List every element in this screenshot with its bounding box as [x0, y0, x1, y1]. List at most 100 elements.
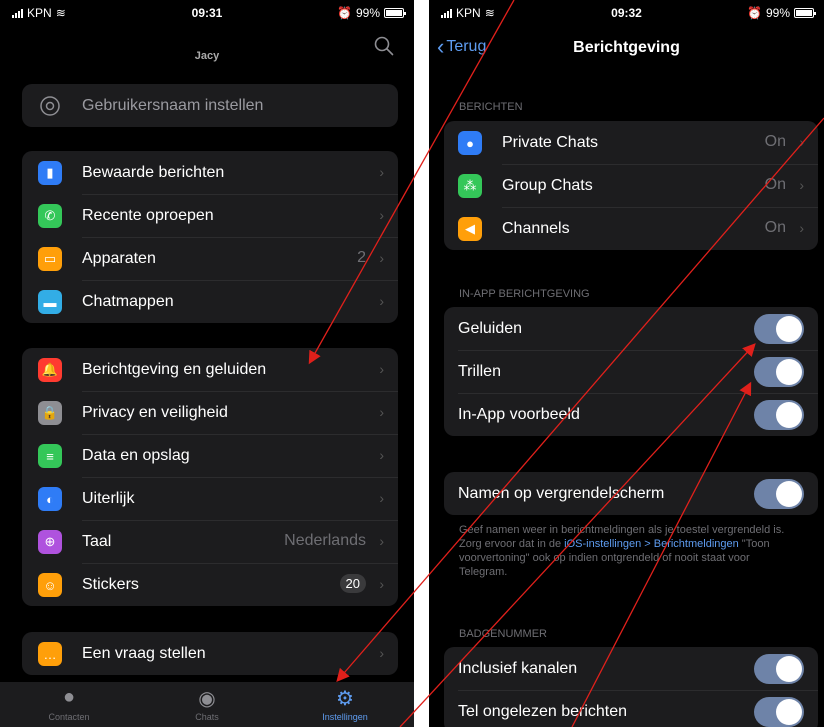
row-value: On — [764, 133, 786, 150]
settings-row-een-vraag-stellen[interactable]: … Een vraag stellen › — [22, 632, 398, 675]
section-header-inapp: IN-APP BERICHTGEVING — [459, 288, 590, 300]
page-title: Berichtgeving — [573, 39, 680, 56]
nav-title: Jacy — [194, 50, 220, 62]
row-value: On — [764, 219, 786, 236]
row-label: In-App voorbeeld — [458, 405, 580, 423]
tab-bar: ● Contacten ◉ Chats ⚙ Instellingen — [0, 682, 414, 727]
chevron-right-icon: › — [379, 293, 384, 309]
settings-group-3: … Een vraag stellen › — [22, 632, 398, 675]
chevron-right-icon: › — [379, 207, 384, 223]
row-label: Privacy en veiligheid — [82, 403, 228, 421]
settings-row-recente-oproepen[interactable]: ✆ Recente oproepen › — [22, 194, 398, 237]
settings-row-privacy-en-veiligheid[interactable]: 🔒 Privacy en veiligheid › — [22, 391, 398, 434]
set-username-row[interactable]: Gebruikersnaam instellen — [22, 84, 398, 127]
row-label: Inclusief kanalen — [458, 659, 578, 677]
tab-label: Instellingen — [322, 712, 368, 722]
section-header-berichten: BERICHTEN — [459, 101, 523, 113]
settings-screen: KPN ≋ 09:31 ⏰ 99% Jacy Gebruikersnaam in… — [0, 0, 414, 727]
lock-icon: 🔒 — [38, 401, 62, 425]
notif-row-private-chats[interactable]: ● Private Chats On › — [444, 121, 818, 164]
row-label: Private Chats — [502, 133, 599, 151]
bookmark-icon: ▮ — [38, 161, 62, 185]
row-label: Trillen — [458, 362, 501, 380]
row-detail: 2 — [357, 249, 366, 266]
notif-row-channels[interactable]: ◀ Channels On › — [444, 207, 818, 250]
row-label: Uiterlijk — [82, 489, 135, 507]
row-label: Group Chats — [502, 176, 593, 194]
row-label: Taal — [82, 532, 112, 550]
lockscreen-names-row: Namen op vergrendelscherm — [444, 472, 818, 515]
toggle-switch[interactable] — [754, 697, 804, 727]
settings-group-1: ▮ Bewaarde berichten › ✆ Recente oproepen › ▭ A… — [22, 151, 398, 323]
toggle-switch[interactable] — [754, 400, 804, 430]
toggle-switch[interactable] — [754, 357, 804, 387]
row-label: Bewaarde berichten — [82, 163, 225, 181]
chevron-right-icon: › — [379, 361, 384, 377]
globe-icon: ⊕ — [38, 530, 62, 554]
at-sign-icon — [40, 96, 60, 116]
bell-icon: 🔔 — [38, 358, 62, 382]
chevron-right-icon: › — [799, 177, 804, 193]
inapp-group: Geluiden Trillen In-App voorbeeld — [444, 307, 818, 436]
row-label: Tel ongelezen berichten — [458, 702, 628, 720]
group-icon: ⁂ — [458, 174, 482, 198]
lockscreen-group: Namen op vergrendelscherm — [444, 472, 818, 515]
battery-icon — [794, 8, 816, 18]
toggle-row-inclusief-kanalen: Inclusief kanalen — [444, 647, 818, 690]
chevron-right-icon: › — [799, 220, 804, 236]
tab-chats[interactable]: ◉ Chats — [162, 686, 252, 722]
sticker-icon: ☺ — [38, 573, 62, 597]
berichten-group: ● Private Chats On › ⁂ Group Chats On › ◀ Channel… — [444, 121, 818, 250]
section-header-badge: BADGENUMMER — [459, 628, 548, 640]
toggle-row-geluiden: Geluiden — [444, 307, 818, 350]
badge-group: Inclusief kanalen Tel ongelezen berichten — [444, 647, 818, 727]
settings-row-bewaarde-berichten[interactable]: ▮ Bewaarde berichten › — [22, 151, 398, 194]
chevron-right-icon: › — [379, 404, 384, 420]
ios-settings-link[interactable]: iOS-instellingen > Berichtmeldingen — [564, 538, 739, 550]
row-label: Geluiden — [458, 319, 523, 337]
settings-row-apparaten[interactable]: ▭ Apparaten 2 › — [22, 237, 398, 280]
settings-row-data-en-opslag[interactable]: ≡ Data en opslag › — [22, 434, 398, 477]
person-icon: ● — [458, 131, 482, 155]
row-label: Apparaten — [82, 249, 156, 267]
chevron-right-icon: › — [379, 447, 384, 463]
laptop-icon: ▭ — [38, 247, 62, 271]
toggle-switch[interactable] — [754, 654, 804, 684]
chats-icon: ◉ — [198, 688, 216, 710]
row-value: On — [764, 176, 786, 193]
count-badge: 20 — [339, 574, 366, 593]
chevron-right-icon: › — [379, 645, 384, 661]
chevron-right-icon: › — [379, 164, 384, 180]
search-icon[interactable] — [374, 36, 394, 56]
chevron-right-icon: › — [379, 250, 384, 266]
username-group: Gebruikersnaam instellen — [22, 84, 398, 127]
folder-icon: ▬ — [38, 290, 62, 314]
set-username-label: Gebruikersnaam instellen — [82, 96, 264, 114]
tab-label: Contacten — [48, 712, 90, 722]
notif-row-group-chats[interactable]: ⁂ Group Chats On › — [444, 164, 818, 207]
chevron-right-icon: › — [379, 533, 384, 549]
tab-contacten[interactable]: ● Contacten — [24, 686, 114, 722]
alarm-icon: ⏰ — [337, 6, 352, 20]
notifications-screen: KPN ≋ 09:32 ⏰ 99% ‹ Terug Berichtgeving … — [429, 0, 824, 727]
battery-icon — [384, 8, 406, 18]
toggle-switch[interactable] — [754, 314, 804, 344]
settings-row-stickers[interactable]: ☺ Stickers 20 › — [22, 563, 398, 606]
settings-row-uiterlijk[interactable]: ◐ Uiterlijk › — [22, 477, 398, 520]
battery-percentage: 99% — [765, 6, 790, 20]
row-label: Recente oproepen — [82, 206, 214, 224]
row-label: Chatmappen — [82, 292, 174, 310]
gear-icon: ⚙ — [336, 688, 354, 710]
status-bar: KPN ≋ 09:31 ⏰ 99% — [0, 0, 414, 26]
toggle-row-tel-ongelezen-berichten: Tel ongelezen berichten — [444, 690, 818, 727]
settings-row-taal[interactable]: ⊕ Taal Nederlands › — [22, 520, 398, 563]
appearance-icon: ◐ — [38, 487, 62, 511]
tab-instellingen[interactable]: ⚙ Instellingen — [300, 686, 390, 722]
settings-row-chatmappen[interactable]: ▬ Chatmappen › — [22, 280, 398, 323]
lockscreen-names-toggle[interactable] — [754, 479, 804, 509]
alarm-icon: ⏰ — [747, 6, 762, 20]
toggle-row-in-app-voorbeeld: In-App voorbeeld — [444, 393, 818, 436]
megaphone-icon: ◀ — [458, 217, 482, 241]
database-icon: ≡ — [38, 444, 62, 468]
settings-row-berichtgeving-en-geluiden[interactable]: 🔔 Berichtgeving en geluiden › — [22, 348, 398, 391]
